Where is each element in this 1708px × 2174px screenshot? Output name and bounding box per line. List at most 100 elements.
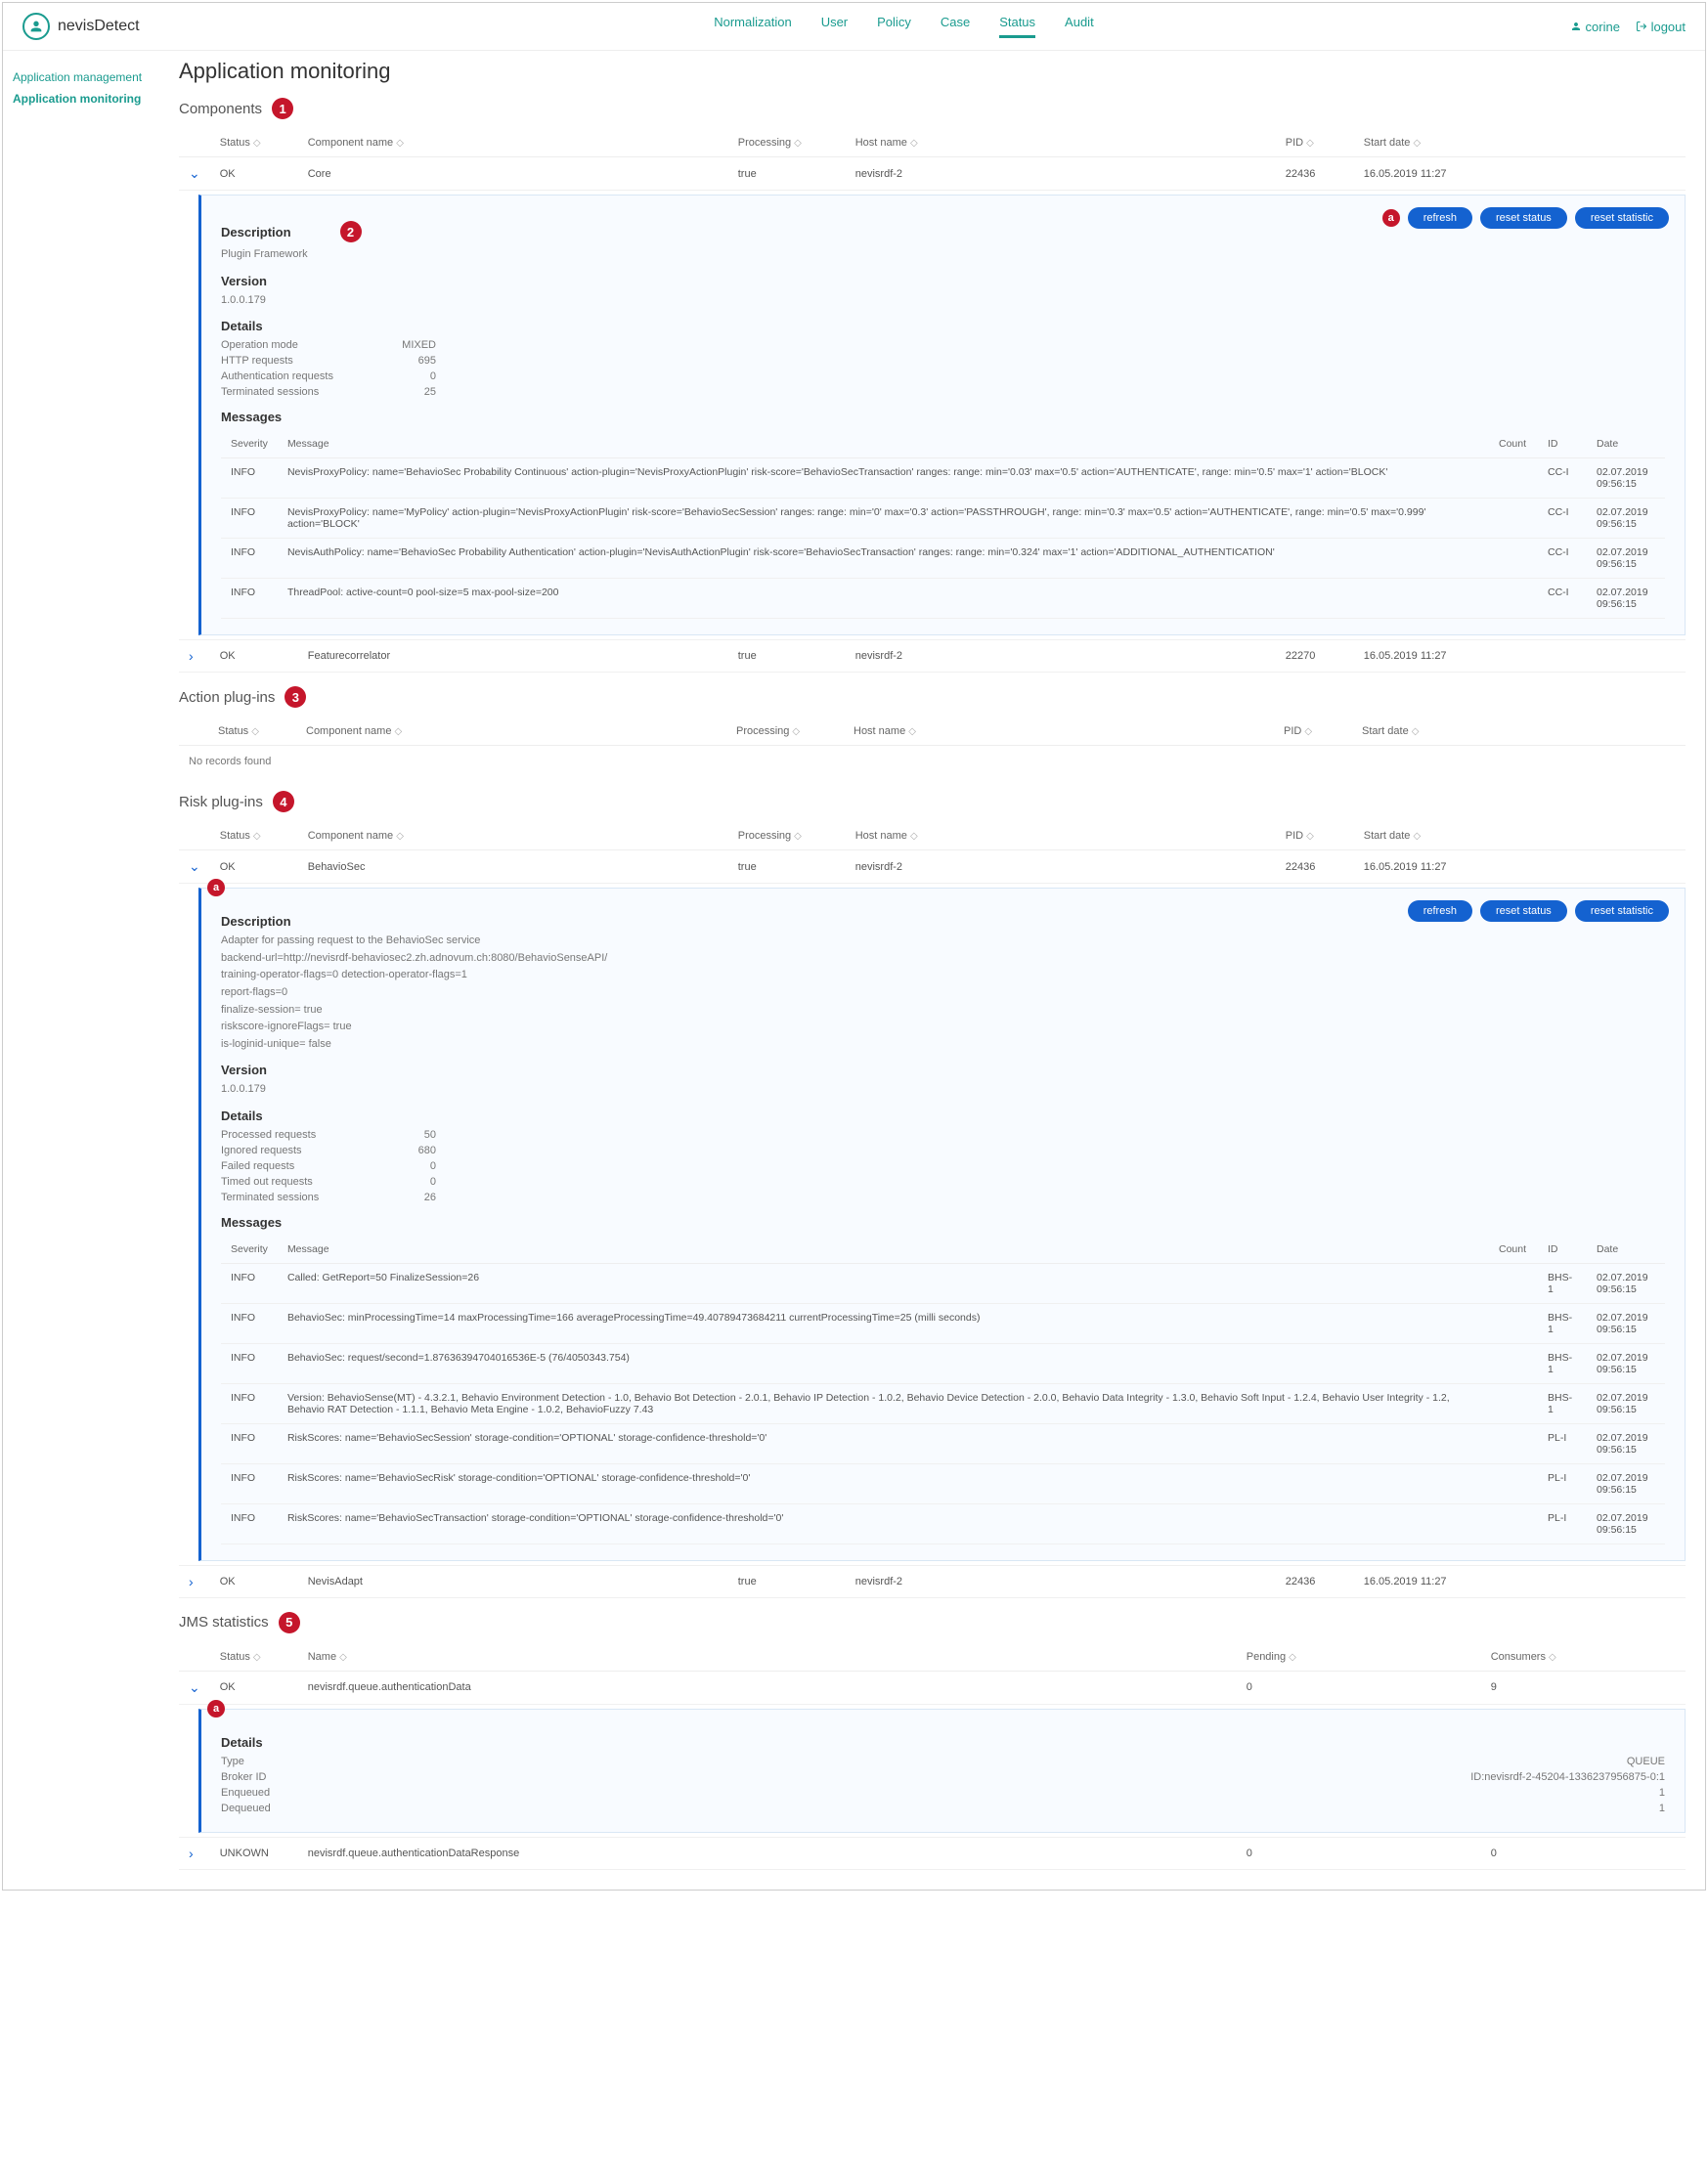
nav-policy[interactable]: Policy — [877, 15, 911, 38]
col-pid[interactable]: PID◇ — [1276, 129, 1354, 157]
message-cnt — [1489, 1383, 1538, 1423]
detail-key: Failed requests — [221, 1160, 377, 1172]
detail-value: 0 — [377, 370, 436, 382]
table-row[interactable]: ⌄ OK Core true nevisrdf-2 22436 16.05.20… — [179, 157, 1686, 191]
chevron-down-icon[interactable]: ⌄ — [189, 858, 200, 874]
table-row[interactable]: › UNKOWN nevisrdf.queue.authenticationDa… — [179, 1837, 1686, 1869]
col-pid[interactable]: PID◇ — [1276, 822, 1354, 850]
reset-statistic-button[interactable]: reset statistic — [1575, 900, 1669, 922]
version-heading: Version — [221, 274, 1665, 288]
detail-key: Terminated sessions — [221, 1192, 377, 1203]
message-cnt — [1489, 458, 1538, 499]
message-cnt — [1489, 1503, 1538, 1544]
message-row: INFONevisProxyPolicy: name='BehavioSec P… — [221, 458, 1665, 499]
col-pending[interactable]: Pending◇ — [1237, 1643, 1481, 1672]
table-row[interactable]: › OK Featurecorrelator true nevisrdf-2 2… — [179, 640, 1686, 673]
message-row: INFOBehavioSec: request/second=1.8763639… — [221, 1343, 1665, 1383]
reset-status-button[interactable]: reset status — [1480, 207, 1567, 229]
chevron-right-icon[interactable]: › — [189, 648, 194, 664]
message-dt: 02.07.2019 09:56:15 — [1587, 1423, 1665, 1463]
message-id: PL-I — [1538, 1423, 1587, 1463]
badge-4: 4 — [273, 791, 294, 812]
chevron-right-icon[interactable]: › — [189, 1574, 194, 1589]
cell-name: nevisrdf.queue.authenticationDataRespons… — [298, 1837, 1237, 1869]
col-processing[interactable]: Processing◇ — [728, 822, 846, 850]
col-start[interactable]: Start date◇ — [1352, 717, 1686, 746]
nav-normalization[interactable]: Normalization — [714, 15, 791, 38]
cell-pid: 22436 — [1276, 850, 1354, 884]
table-row[interactable]: › OK NevisAdapt true nevisrdf-2 22436 16… — [179, 1565, 1686, 1597]
chevron-down-icon[interactable]: ⌄ — [189, 1679, 200, 1695]
reset-statistic-button[interactable]: reset statistic — [1575, 207, 1669, 229]
col-component-name[interactable]: Component name◇ — [298, 822, 728, 850]
nav-user[interactable]: User — [821, 15, 848, 38]
refresh-button[interactable]: refresh — [1408, 900, 1472, 922]
main-content: Application monitoring Components 1 Stat… — [179, 51, 1705, 1890]
col-host[interactable]: Host name◇ — [844, 717, 1274, 746]
detail-key: Dequeued — [221, 1803, 377, 1814]
message-msg: RiskScores: name='BehavioSecTransaction'… — [278, 1503, 1489, 1544]
col-consumers[interactable]: Consumers◇ — [1481, 1643, 1686, 1672]
details-heading: Details — [221, 319, 1665, 333]
section-action-plugins-title: Action plug-ins 3 — [179, 686, 1686, 708]
col-host[interactable]: Host name◇ — [846, 822, 1276, 850]
col-start[interactable]: Start date◇ — [1354, 822, 1686, 850]
nav-status[interactable]: Status — [999, 15, 1035, 38]
cell-name: nevisrdf.queue.authenticationData — [298, 1671, 1237, 1704]
cell-consumers: 9 — [1481, 1671, 1686, 1704]
nav-audit[interactable]: Audit — [1065, 15, 1094, 38]
messages-table: Severity Message Count ID Date INFONevis… — [221, 430, 1665, 619]
message-row: INFOThreadPool: active-count=0 pool-size… — [221, 579, 1665, 619]
detail-value: 680 — [377, 1145, 436, 1156]
nav-case[interactable]: Case — [941, 15, 970, 38]
refresh-button[interactable]: refresh — [1408, 207, 1472, 229]
badge-a: a — [1382, 209, 1400, 227]
section-components-title: Components 1 — [179, 98, 1686, 119]
col-pid[interactable]: PID◇ — [1274, 717, 1352, 746]
detail-row: Terminated sessions26 — [221, 1190, 1665, 1205]
messages-table: Severity Message Count ID Date INFOCalle… — [221, 1236, 1665, 1544]
cell-consumers: 0 — [1481, 1837, 1686, 1869]
col-host[interactable]: Host name◇ — [846, 129, 1276, 157]
chevron-right-icon[interactable]: › — [189, 1846, 194, 1861]
col-status[interactable]: Status◇ — [210, 1643, 298, 1672]
col-status[interactable]: Status◇ — [210, 822, 298, 850]
cell-name: NevisAdapt — [298, 1565, 728, 1597]
details-heading: Details — [221, 1735, 1665, 1750]
cell-pending: 0 — [1237, 1671, 1481, 1704]
cell-start: 16.05.2019 11:27 — [1354, 1565, 1686, 1597]
message-sev: INFO — [221, 499, 278, 539]
message-msg: NevisProxyPolicy: name='MyPolicy' action… — [278, 499, 1489, 539]
col-processing[interactable]: Processing◇ — [726, 717, 844, 746]
current-user[interactable]: corine — [1570, 20, 1620, 34]
col-start[interactable]: Start date◇ — [1354, 129, 1686, 157]
col-status[interactable]: Status◇ — [210, 129, 298, 157]
message-sev: INFO — [221, 1343, 278, 1383]
message-id: CC-I — [1538, 499, 1587, 539]
message-msg: Called: GetReport=50 FinalizeSession=26 — [278, 1263, 1489, 1303]
message-dt: 02.07.2019 09:56:15 — [1587, 539, 1665, 579]
message-row: INFONevisAuthPolicy: name='BehavioSec Pr… — [221, 539, 1665, 579]
col-name[interactable]: Name◇ — [298, 1643, 1237, 1672]
risk-plugins-table: Status◇ Component name◇ Processing◇ Host… — [179, 822, 1686, 1598]
col-component-name[interactable]: Component name◇ — [296, 717, 726, 746]
logout-button[interactable]: logout — [1636, 20, 1686, 34]
badge-a: a — [207, 1700, 225, 1717]
sidebar: Application management Application monit… — [3, 51, 179, 1890]
sidebar-item-app-monitoring[interactable]: Application monitoring — [13, 88, 169, 109]
table-row[interactable]: ⌄ OK BehavioSec true nevisrdf-2 22436 16… — [179, 850, 1686, 884]
table-row[interactable]: ⌄ OK nevisrdf.queue.authenticationData 0… — [179, 1671, 1686, 1704]
message-id: BHS-1 — [1538, 1383, 1587, 1423]
col-id: ID — [1538, 1236, 1587, 1264]
col-status[interactable]: Status◇ — [208, 717, 296, 746]
sidebar-item-app-management[interactable]: Application management — [13, 66, 169, 88]
logout-label: logout — [1651, 20, 1686, 34]
details-heading: Details — [221, 1109, 1665, 1123]
cell-pid: 22436 — [1276, 157, 1354, 191]
col-component-name[interactable]: Component name◇ — [298, 129, 728, 157]
col-processing[interactable]: Processing◇ — [728, 129, 846, 157]
reset-status-button[interactable]: reset status — [1480, 900, 1567, 922]
chevron-down-icon[interactable]: ⌄ — [189, 165, 200, 181]
description-text: Plugin Framework — [221, 246, 1665, 264]
cell-name: Core — [298, 157, 728, 191]
